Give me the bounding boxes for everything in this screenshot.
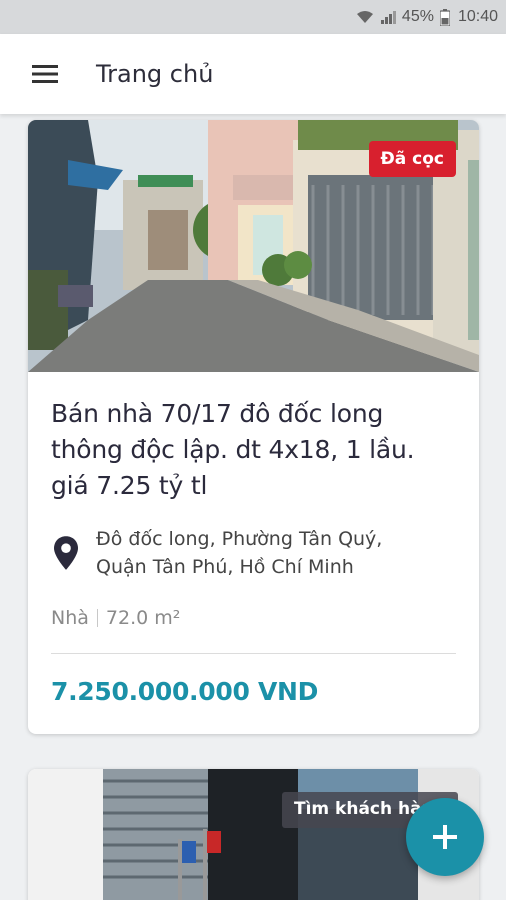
listing-card[interactable]: Đã cọc Bán nhà 70/17 đô đốc long thông đ…	[28, 120, 479, 734]
listing-meta: Nhà 72.0 m²	[51, 607, 456, 629]
divider	[51, 653, 456, 654]
listing-feed[interactable]: Đã cọc Bán nhà 70/17 đô đốc long thông đ…	[0, 114, 506, 900]
listing-photo[interactable]: Đã cọc	[28, 120, 479, 372]
status-bar: 45% 10:40	[0, 0, 506, 34]
battery-percent: 45%	[401, 8, 434, 25]
hamburger-menu-icon	[32, 65, 58, 83]
meta-separator	[96, 609, 98, 627]
clock: 10:40	[457, 8, 498, 25]
listing-price: 7.250.000.000 VND	[51, 677, 319, 706]
address-line-2: Quận Tân Phú, Hồ Chí Minh	[96, 556, 354, 578]
plus-icon	[433, 825, 457, 849]
address-row: Đô đốc long, Phường Tân Quý, Quận Tân Ph…	[51, 525, 456, 581]
listing-details: Bán nhà 70/17 đô đốc long thông độc lập.…	[28, 372, 479, 706]
listing-address: Đô đốc long, Phường Tân Quý, Quận Tân Ph…	[96, 525, 382, 581]
wifi-icon	[356, 11, 373, 23]
property-type: Nhà	[51, 607, 89, 629]
app-bar: Trang chủ	[0, 34, 506, 114]
page-title: Trang chủ	[96, 60, 214, 88]
location-pin-icon	[54, 536, 78, 570]
menu-button[interactable]	[22, 51, 68, 97]
battery-icon	[439, 8, 450, 26]
property-area: 72.0 m²	[105, 607, 181, 629]
deposit-status-badge: Đã cọc	[368, 141, 456, 177]
signal-icon	[380, 11, 396, 24]
address-line-1: Đô đốc long, Phường Tân Quý,	[96, 528, 383, 550]
listing-title[interactable]: Bán nhà 70/17 đô đốc long thông độc lập.…	[51, 396, 456, 504]
add-fab-button[interactable]	[406, 798, 484, 876]
